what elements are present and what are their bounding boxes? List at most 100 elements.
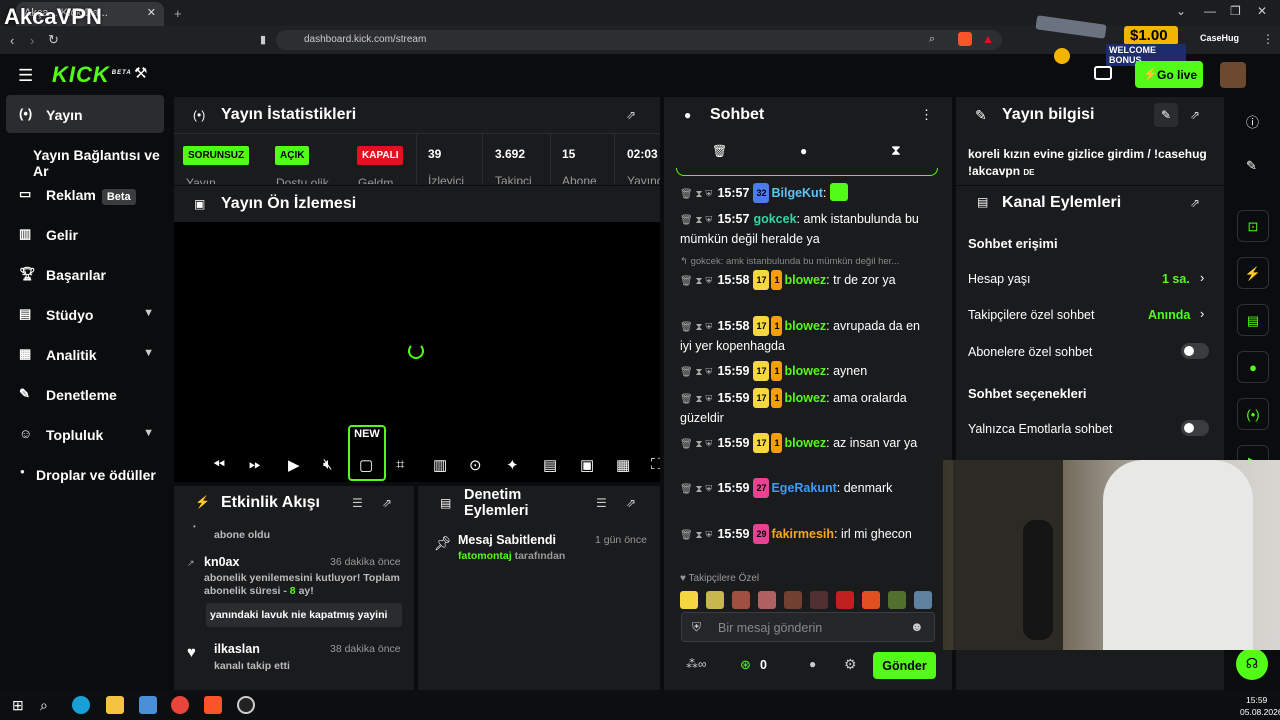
document-icon[interactable]: ▤ <box>1237 304 1269 336</box>
reload-icon[interactable]: ↻ <box>48 32 59 48</box>
kick-logo[interactable]: KICK BETA <box>52 62 132 88</box>
emote-icon[interactable] <box>862 591 880 609</box>
chat-username[interactable]: blowez <box>784 391 826 405</box>
users-icon[interactable]: ⁂∞ <box>686 657 707 671</box>
trash-icon[interactable]: 🗑︎ <box>712 144 727 158</box>
hamburger-icon[interactable]: ☰ <box>18 66 33 86</box>
pip-icon[interactable]: ▣ <box>580 456 594 474</box>
chat-username[interactable]: EgeRakunt <box>771 481 836 495</box>
chat-username[interactable]: blowez <box>784 273 826 287</box>
obs-icon[interactable] <box>237 696 255 714</box>
fullscreen-icon[interactable]: ⛶ <box>651 456 660 473</box>
url-bar[interactable]: dashboard.kick.com/stream <box>276 30 1002 50</box>
chat-username[interactable]: blowez <box>784 319 826 333</box>
popout-icon[interactable]: ⇗ <box>626 496 636 510</box>
activity-user[interactable]: kn0ax <box>204 555 239 569</box>
chat-username[interactable]: blowez <box>784 436 826 450</box>
popout-icon[interactable]: ⇗ <box>382 496 392 510</box>
subs-only-toggle[interactable] <box>1181 343 1209 359</box>
mod-actions-icon[interactable]: 🗑︎ ⧗ ⛨ <box>680 394 712 405</box>
forward-icon[interactable]: › <box>30 33 34 48</box>
popout-icon[interactable]: ⇗ <box>1190 108 1200 122</box>
brave-rewards-icon[interactable]: ▲ <box>982 32 994 46</box>
emote-only-toggle[interactable] <box>1181 420 1209 436</box>
windows-start-icon[interactable]: ⊞ <box>12 697 24 714</box>
emote-icon[interactable] <box>888 591 906 609</box>
gear-icon[interactable]: ⚙ <box>844 656 857 673</box>
stats-icon[interactable]: ▥ <box>433 456 447 474</box>
sidebar-item-studyo[interactable]: ▤ Stüdyo ▼ <box>6 295 164 333</box>
replay-icon[interactable]: ⊙ <box>469 456 482 474</box>
filter-icon[interactable]: ☰ <box>352 496 363 510</box>
app-icon[interactable] <box>139 696 157 714</box>
play-icon[interactable]: ▶ <box>288 456 300 474</box>
speech-icon[interactable]: ● <box>800 144 807 158</box>
rewind-icon[interactable]: ⏪︎ <box>213 456 225 473</box>
emote-icon[interactable] <box>732 591 750 609</box>
support-icon[interactable]: ☊ <box>1236 648 1268 680</box>
scan-icon[interactable]: ⊡ <box>1237 210 1269 242</box>
mod-actions-icon[interactable]: 🗑︎ ⧗ ⛨ <box>680 215 712 226</box>
emoji-icon[interactable]: ☻ <box>910 619 924 634</box>
bookmark-icon[interactable]: ▮ <box>260 33 266 46</box>
close-tab-icon[interactable]: ✕ <box>147 6 156 19</box>
popout-icon[interactable]: ⇗ <box>1190 196 1200 210</box>
minimize-icon[interactable]: — <box>1204 4 1216 18</box>
emote-icon[interactable] <box>784 591 802 609</box>
emote-icon[interactable] <box>810 591 828 609</box>
moderator-name[interactable]: fatomontaj <box>458 550 512 562</box>
mod-actions-icon[interactable]: 🗑︎ ⧗ ⛨ <box>680 367 712 378</box>
zoom-icon[interactable]: ⌕ <box>929 33 935 46</box>
followers-only-value[interactable]: Anında <box>1148 308 1190 322</box>
camera-icon[interactable]: ▢ <box>359 456 373 474</box>
chrome-icon[interactable] <box>171 696 189 714</box>
chat-bubble-icon[interactable]: ● <box>1237 351 1269 383</box>
sidebar-item-topluluk[interactable]: ☺ Topluluk ▼ <box>6 415 164 453</box>
back-icon[interactable]: ‹ <box>10 33 14 48</box>
mute-icon[interactable]: 🔇︎ <box>323 456 332 473</box>
new-tab-icon[interactable]: + <box>174 6 182 21</box>
mod-actions-icon[interactable]: 🗑︎ ⧗ ⛨ <box>680 439 712 450</box>
hammer-icon[interactable]: ⚒ <box>134 64 147 82</box>
pencil-icon[interactable]: ✎ <box>1246 158 1257 174</box>
mod-actions-icon[interactable]: 🗑︎ ⧗ ⛨ <box>680 530 712 541</box>
filter-icon[interactable]: ☰ <box>596 496 607 510</box>
fast-forward-icon[interactable]: ⏩︎ <box>249 456 261 473</box>
menu-icon[interactable]: ⋮ <box>1262 32 1274 46</box>
chevron-right-icon[interactable]: › <box>1200 270 1204 285</box>
speech-icon[interactable]: ● <box>809 657 816 671</box>
activity-user[interactable]: ilkaslan <box>214 642 260 656</box>
sidebar-item-yayin-baglantisi[interactable]: Yayın Bağlantısı ve Ar <box>6 135 176 179</box>
info-icon[interactable]: ⓘ <box>1246 112 1259 131</box>
layout-icon[interactable]: ▤ <box>543 456 557 474</box>
chat-username[interactable]: fakirmesih <box>771 527 834 541</box>
emote-icon[interactable] <box>706 591 724 609</box>
chat-username[interactable]: gokcek <box>753 212 796 226</box>
brave-icon[interactable] <box>204 696 222 714</box>
clip-icon[interactable]: ▦ <box>616 456 630 474</box>
chat-input[interactable]: ⛨ Bir mesaj gönderin ☻ <box>681 612 935 642</box>
emote-icon[interactable] <box>680 591 698 609</box>
crop-icon[interactable]: ⌗ <box>396 456 404 473</box>
sidebar-item-yayin[interactable]: (•) Yayın <box>6 95 164 133</box>
brave-shield-icon[interactable] <box>958 32 972 46</box>
file-explorer-icon[interactable] <box>106 696 124 714</box>
account-age-value[interactable]: 1 sa. <box>1162 272 1190 286</box>
chat-username[interactable]: BilgeKut <box>771 186 822 200</box>
emote-icon[interactable] <box>758 591 776 609</box>
chevron-right-icon[interactable]: › <box>1200 306 1204 321</box>
kick-app-icon[interactable] <box>1094 66 1112 80</box>
broadcast-icon[interactable]: (•) <box>1237 398 1269 430</box>
sidebar-item-reklam[interactable]: ▭ Reklam Beta <box>6 175 164 213</box>
go-live-button[interactable]: ⚡ Go live <box>1135 61 1203 88</box>
emote-icon[interactable] <box>836 591 854 609</box>
sidebar-item-analitik[interactable]: ▦ Analitik ▼ <box>6 335 164 373</box>
chat-username[interactable]: blowez <box>784 364 826 378</box>
emote-icon[interactable] <box>914 591 932 609</box>
maximize-icon[interactable]: ❐ <box>1230 4 1241 18</box>
avatar[interactable] <box>1220 62 1246 88</box>
sidebar-item-gelir[interactable]: ▥ Gelir <box>6 215 164 253</box>
chevron-down-icon[interactable]: ⌄ <box>1176 4 1186 18</box>
sparkle-icon[interactable]: ✦ <box>506 456 519 474</box>
mod-actions-icon[interactable]: 🗑︎ ⧗ ⛨ <box>680 484 712 495</box>
